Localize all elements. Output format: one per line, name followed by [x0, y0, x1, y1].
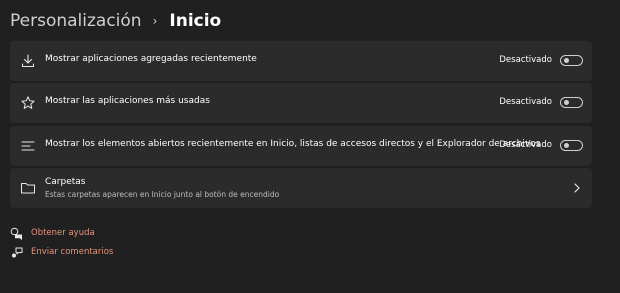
folders-description: Estas carpetas aparecen en Inicio junto … [45, 190, 280, 199]
setting-most-used-apps[interactable]: Mostrar las aplicaciones más usadas Desa… [10, 83, 592, 123]
toggle-knob [564, 100, 569, 105]
breadcrumb-separator: › [152, 14, 158, 28]
chevron-right-icon [574, 183, 580, 193]
breadcrumb: Personalización › Inicio [10, 6, 221, 36]
toggle-knob [564, 58, 569, 63]
toggle-knob [564, 143, 569, 148]
breadcrumb-parent[interactable]: Personalización [10, 11, 142, 31]
folders-setting[interactable]: Carpetas Estas carpetas aparecen en Inic… [10, 168, 592, 208]
folders-title: Carpetas [45, 177, 86, 187]
get-help-link[interactable]: Obtener ayuda [10, 226, 95, 240]
help-chat-icon [10, 227, 22, 240]
most-used-apps-toggle[interactable] [560, 97, 583, 108]
page-title: Inicio [169, 11, 222, 31]
setting-recently-opened-items[interactable]: Mostrar los elementos abiertos recientem… [10, 126, 592, 166]
setting-recently-added-apps[interactable]: Mostrar aplicaciones agregadas recientem… [10, 41, 592, 81]
toggle-state-text: Desactivado [499, 97, 552, 107]
list-lines-icon [21, 141, 35, 151]
toggle-state-text: Desactivado [499, 140, 552, 150]
setting-label: Mostrar aplicaciones agregadas recientem… [45, 54, 257, 64]
send-feedback-link[interactable]: Enviar comentarios [10, 245, 113, 259]
star-icon [21, 96, 35, 109]
toggle-state-text: Desactivado [499, 55, 552, 65]
folder-icon [21, 183, 35, 194]
setting-label: Mostrar las aplicaciones más usadas [45, 96, 210, 106]
feedback-icon [12, 247, 23, 257]
send-feedback-text: Enviar comentarios [31, 247, 114, 257]
setting-label: Mostrar los elementos abiertos recientem… [45, 139, 541, 149]
download-icon [21, 54, 35, 68]
recently-added-apps-toggle[interactable] [560, 55, 583, 66]
recently-opened-items-toggle[interactable] [560, 140, 583, 151]
get-help-text: Obtener ayuda [31, 228, 95, 238]
